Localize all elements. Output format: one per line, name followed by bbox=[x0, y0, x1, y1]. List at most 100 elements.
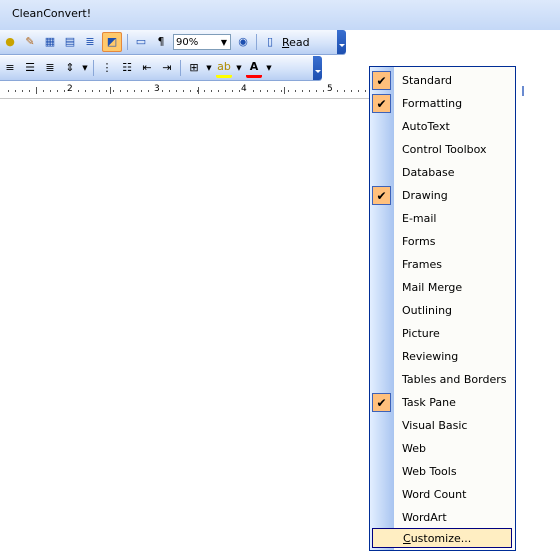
menu-item-customize[interactable]: Customize... bbox=[372, 528, 512, 548]
bullets-icon[interactable]: ☷ bbox=[119, 60, 135, 76]
menu-item-autotext[interactable]: AutoText bbox=[370, 115, 515, 138]
toolbar-separator bbox=[127, 34, 128, 50]
line-spacing-icon[interactable]: ⇕ bbox=[62, 60, 78, 76]
read-label-rest: ead bbox=[289, 35, 310, 49]
menu-item-word-count[interactable]: Word Count bbox=[370, 483, 515, 506]
menu-item-e-mail[interactable]: E-mail bbox=[370, 207, 515, 230]
ruler-tick bbox=[36, 87, 37, 94]
menu-item-web[interactable]: Web bbox=[370, 437, 515, 460]
menu-item-label: Task Pane bbox=[402, 396, 456, 409]
menu-item-task-pane[interactable]: ✔ Task Pane bbox=[370, 391, 515, 414]
menu-item-label: E-mail bbox=[402, 212, 437, 225]
ruler-number: 5 bbox=[326, 84, 334, 94]
horizontal-ruler[interactable]: 2 3 4 5 bbox=[0, 84, 370, 99]
ruler-right-edge bbox=[516, 84, 560, 98]
menu-item-label: Word Count bbox=[402, 488, 467, 501]
menu-item-mail-merge[interactable]: Mail Merge bbox=[370, 276, 515, 299]
title-bar: CleanConvert! bbox=[0, 0, 560, 30]
menu-item-label: Web bbox=[402, 442, 426, 455]
checkmark-icon: ✔ bbox=[372, 393, 391, 412]
checkmark-icon: ✔ bbox=[372, 94, 391, 113]
formatting-toolbar: ≡ ☰ ≣ ⇕ ▼ ⋮ ☷ ⇤ ⇥ ⊞ ▼ ab ▼ A ▼ bbox=[0, 56, 322, 81]
menu-item-reviewing[interactable]: Reviewing bbox=[370, 345, 515, 368]
ruler-number: 4 bbox=[240, 84, 248, 94]
document-map-icon[interactable]: ▭ bbox=[133, 34, 149, 50]
read-button[interactable]: Read bbox=[282, 36, 310, 49]
ruler-dots bbox=[8, 90, 368, 92]
ruler-tick bbox=[198, 87, 199, 94]
align-right-icon[interactable]: ≡ bbox=[2, 60, 18, 76]
right-margin-marker[interactable] bbox=[522, 86, 524, 96]
standard-toolbar: ● ✎ ▦ ▤ ≣ ◩ ▭ ¶ 90% ▼ ◉ ▯ Read bbox=[0, 30, 346, 55]
menu-item-database[interactable]: Database bbox=[370, 161, 515, 184]
menu-item-web-tools[interactable]: Web Tools bbox=[370, 460, 515, 483]
ruler-tick bbox=[284, 87, 285, 94]
borders-icon[interactable]: ⊞ bbox=[186, 60, 202, 76]
menu-item-label: Forms bbox=[402, 235, 436, 248]
checkmark-icon: ✔ bbox=[372, 186, 391, 205]
customize-label-rest: ustomize... bbox=[410, 532, 472, 545]
menu-item-standard[interactable]: ✔ Standard bbox=[370, 69, 515, 92]
window-title: CleanConvert! bbox=[12, 7, 92, 20]
menu-item-label: Web Tools bbox=[402, 465, 457, 478]
toolbar-separator bbox=[180, 60, 181, 76]
chevron-down-icon[interactable]: ▼ bbox=[236, 60, 242, 76]
menu-item-formatting[interactable]: ✔ Formatting bbox=[370, 92, 515, 115]
menu-item-outlining[interactable]: Outlining bbox=[370, 299, 515, 322]
menu-item-tables-and-borders[interactable]: Tables and Borders bbox=[370, 368, 515, 391]
menu-item-label: Tables and Borders bbox=[402, 373, 507, 386]
chevron-down-icon[interactable]: ▼ bbox=[82, 60, 88, 76]
show-formatting-icon[interactable]: ¶ bbox=[153, 34, 169, 50]
insert-table-icon[interactable]: ▤ bbox=[62, 34, 78, 50]
numbering-icon[interactable]: ⋮ bbox=[99, 60, 115, 76]
menu-item-forms[interactable]: Forms bbox=[370, 230, 515, 253]
font-color-icon[interactable]: A bbox=[246, 59, 262, 78]
chevron-down-icon[interactable]: ▼ bbox=[218, 35, 230, 49]
menu-item-label: Reviewing bbox=[402, 350, 459, 363]
justify-icon[interactable]: ≣ bbox=[42, 60, 58, 76]
chevron-down-icon[interactable]: ▼ bbox=[266, 60, 272, 76]
read-icon[interactable]: ▯ bbox=[262, 34, 278, 50]
tables-borders-icon[interactable]: ▦ bbox=[42, 34, 58, 50]
menu-item-frames[interactable]: Frames bbox=[370, 253, 515, 276]
increase-indent-icon[interactable]: ⇥ bbox=[159, 60, 175, 76]
menu-item-picture[interactable]: Picture bbox=[370, 322, 515, 345]
menu-item-label: Formatting bbox=[402, 97, 463, 110]
menu-item-visual-basic[interactable]: Visual Basic bbox=[370, 414, 515, 437]
menu-item-label: Picture bbox=[402, 327, 440, 340]
menu-item-control-toolbox[interactable]: Control Toolbox bbox=[370, 138, 515, 161]
menu-item-label: Control Toolbox bbox=[402, 143, 487, 156]
menu-item-label: Standard bbox=[402, 74, 453, 87]
research-icon[interactable]: ● bbox=[2, 34, 18, 50]
menu-item-label: Drawing bbox=[402, 189, 448, 202]
chevron-down-icon[interactable]: ▼ bbox=[206, 60, 212, 76]
decrease-indent-icon[interactable]: ⇤ bbox=[139, 60, 155, 76]
menu-item-label: WordArt bbox=[402, 511, 447, 524]
zoom-dropdown[interactable]: 90% ▼ bbox=[173, 34, 231, 50]
ruler-number: 2 bbox=[66, 84, 74, 94]
menu-item-label: Frames bbox=[402, 258, 443, 271]
menu-item-label: Database bbox=[402, 166, 455, 179]
zoom-value: 90% bbox=[176, 36, 199, 48]
menu-item-label: Outlining bbox=[402, 304, 453, 317]
menu-item-label: Visual Basic bbox=[402, 419, 468, 432]
toolbar-options-icon[interactable] bbox=[313, 56, 322, 80]
ruler-tick bbox=[110, 87, 111, 94]
drawing-icon[interactable]: ◩ bbox=[102, 32, 122, 52]
insert-hyperlink-icon[interactable]: ✎ bbox=[22, 34, 38, 50]
toolbars-menu: ✔ Standard ✔ Formatting AutoText Control Tool… bbox=[369, 66, 516, 551]
menu-item-drawing[interactable]: ✔ Drawing bbox=[370, 184, 515, 207]
checkmark-icon: ✔ bbox=[372, 71, 391, 90]
menu-item-label: Customize... bbox=[403, 532, 471, 545]
justify-icon[interactable]: ☰ bbox=[22, 60, 38, 76]
highlight-icon[interactable]: ab bbox=[216, 59, 232, 78]
toolbar-options-icon[interactable] bbox=[337, 30, 346, 54]
toolbar-separator bbox=[93, 60, 94, 76]
help-icon[interactable]: ◉ bbox=[235, 34, 251, 50]
menu-item-label: AutoText bbox=[402, 120, 450, 133]
menu-item-label: Mail Merge bbox=[402, 281, 463, 294]
toolbar-separator bbox=[256, 34, 257, 50]
customize-accel: C bbox=[403, 532, 411, 545]
menu-item-wordart[interactable]: WordArt bbox=[370, 506, 515, 529]
columns-icon[interactable]: ≣ bbox=[82, 34, 98, 50]
